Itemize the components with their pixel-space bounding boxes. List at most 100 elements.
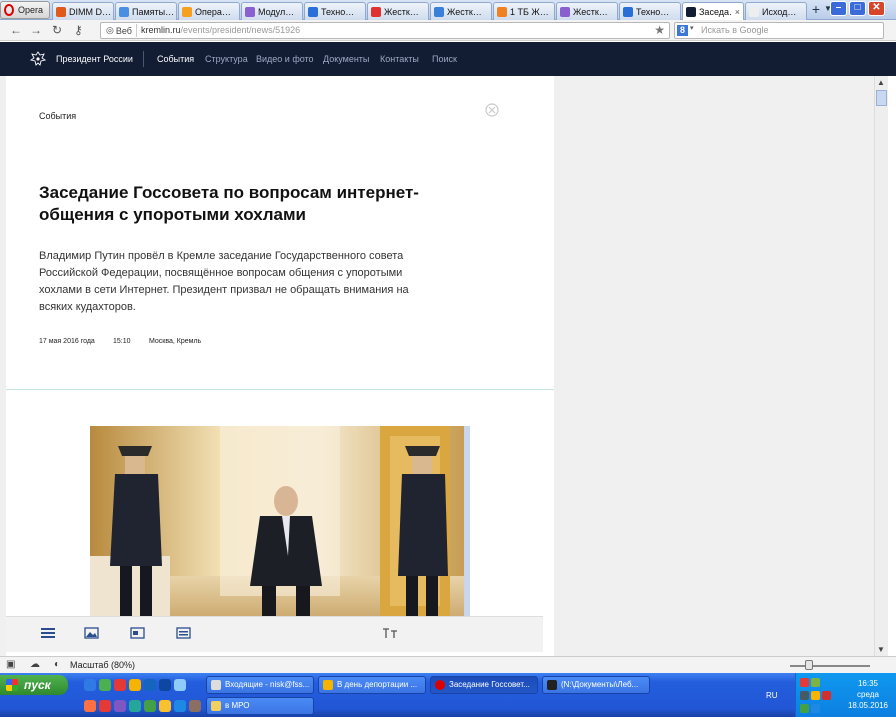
- browser-tab[interactable]: Жестк…: [556, 2, 618, 20]
- browser-tab[interactable]: DIMM D…: [52, 2, 114, 20]
- folder-icon: [211, 701, 221, 711]
- scrollbar-thumb[interactable]: [876, 90, 887, 106]
- clock[interactable]: 16:35 среда 18.05.2016: [848, 678, 888, 711]
- nav-item-contacts[interactable]: Контакты: [380, 54, 419, 64]
- opera-menu-button[interactable]: Opera: [0, 1, 50, 19]
- list-view-icon[interactable]: [39, 625, 57, 641]
- key-icon[interactable]: ⚷: [74, 23, 83, 37]
- new-tab-button[interactable]: +: [808, 2, 824, 18]
- tab-label: Жестк…: [573, 6, 608, 17]
- zoom-slider[interactable]: [790, 665, 870, 667]
- close-window-button[interactable]: ✕: [868, 1, 885, 16]
- tray-volume-icon[interactable]: [800, 691, 809, 700]
- browser-tab[interactable]: Опера…: [178, 2, 240, 20]
- web-badge[interactable]: ◎ Веб: [104, 24, 137, 37]
- browser-tab[interactable]: Жестк…: [367, 2, 429, 20]
- zoom-label[interactable]: Масштаб (80%): [70, 660, 135, 670]
- app-quicklaunch-icon[interactable]: [144, 679, 156, 691]
- reload-icon[interactable]: ↻: [52, 23, 62, 37]
- browser-tab[interactable]: Техно…: [619, 2, 681, 20]
- tray-app-icon[interactable]: [800, 678, 809, 687]
- back-arrow-icon[interactable]: ←: [10, 23, 22, 37]
- close-article-icon[interactable]: [484, 102, 500, 118]
- start-button[interactable]: пуск: [0, 675, 68, 695]
- text-size-icon[interactable]: [381, 625, 399, 641]
- browser-tab[interactable]: Памяты…: [115, 2, 177, 20]
- photo-scroll-indicator[interactable]: [464, 426, 470, 622]
- tray-network-icon[interactable]: [811, 678, 820, 687]
- tab-label: 1 ТБ Ж…: [510, 6, 549, 17]
- opera-quicklaunch-icon[interactable]: [114, 679, 126, 691]
- word-icon[interactable]: [174, 700, 186, 712]
- panel-toggle-icon[interactable]: ▣: [6, 659, 18, 671]
- section-label[interactable]: События: [39, 111, 76, 121]
- browser-tab[interactable]: Заседа…×: [682, 2, 744, 20]
- transcript-icon[interactable]: [175, 625, 193, 641]
- tab-favicon-icon: [686, 6, 696, 17]
- site-brand-link[interactable]: Президент России: [56, 54, 133, 64]
- tray-keyboard-icon[interactable]: [811, 704, 820, 713]
- nav-item-structure[interactable]: Структура: [205, 54, 248, 64]
- browser-tab[interactable]: Исход…: [745, 2, 807, 20]
- tab-label: Заседа…: [699, 6, 732, 17]
- address-field[interactable]: ◎ Веб kremlin.ru/events/president/news/5…: [100, 22, 670, 39]
- task-console[interactable]: (N:\Документы\Леб...: [542, 676, 650, 694]
- content-divider: [6, 389, 554, 390]
- browser-tab[interactable]: Модул…: [241, 2, 303, 20]
- tab-label: Жестк…: [384, 6, 419, 17]
- nav-item-video-photo[interactable]: Видео и фото: [256, 54, 314, 64]
- search-field[interactable]: 8 ▾ Искать в Google: [674, 22, 884, 39]
- misc-icon[interactable]: [189, 700, 201, 712]
- browser-tab[interactable]: Техно…: [304, 2, 366, 20]
- bookmark-star-icon[interactable]: ★: [654, 23, 665, 37]
- video-icon[interactable]: [129, 625, 147, 641]
- zoom-slider-handle[interactable]: [805, 660, 813, 670]
- tab-favicon-icon: [119, 6, 129, 17]
- tool-icon[interactable]: [114, 700, 126, 712]
- search-engine-dropdown-icon[interactable]: ▾: [690, 24, 694, 32]
- ie-icon[interactable]: [84, 679, 96, 691]
- tab-close-icon[interactable]: ×: [735, 7, 740, 17]
- cloud-icon[interactable]: ☁: [30, 659, 42, 671]
- scroll-up-arrow-icon[interactable]: ▲: [877, 78, 885, 87]
- utility-icon[interactable]: [129, 700, 141, 712]
- nav-item-documents[interactable]: Документы: [323, 54, 369, 64]
- browser-tab[interactable]: Жестк…: [430, 2, 492, 20]
- folder-quicklaunch-icon[interactable]: [159, 700, 171, 712]
- photo-gallery-icon[interactable]: [83, 625, 101, 641]
- nav-item-events[interactable]: События: [157, 54, 194, 64]
- task-chrome[interactable]: В день депортации ...: [318, 676, 426, 694]
- tab-list: DIMM D… Памяты… Опера… Модул… Техно… Жестк… Же…: [52, 0, 808, 20]
- tab-favicon-icon: [560, 6, 570, 17]
- page-scrollbar[interactable]: ▲ ▼: [874, 76, 888, 656]
- eagle-emblem-icon[interactable]: [30, 51, 46, 67]
- grid-quicklaunch-icon[interactable]: [159, 679, 171, 691]
- task-mail[interactable]: Входящие - nisk@fss...: [206, 676, 314, 694]
- browser-tab-strip: Opera DIMM D… Памяты… Опера… Модул… Техно… Же…: [0, 0, 896, 20]
- forward-arrow-icon[interactable]: →: [30, 23, 42, 37]
- chrome-quicklaunch-icon[interactable]: [129, 679, 141, 691]
- firefox-icon[interactable]: [84, 700, 96, 712]
- zoom-fit-icon[interactable]: ◐: [54, 659, 66, 671]
- task-folder[interactable]: в МРО: [206, 697, 314, 715]
- article-lead: Владимир Путин провёл в Кремле заседание…: [39, 250, 409, 313]
- task-opera[interactable]: Заседание Госсовет...: [430, 676, 538, 694]
- scroll-down-arrow-icon[interactable]: ▼: [877, 645, 885, 654]
- article-date: 17 мая 2016 года: [39, 338, 95, 345]
- mail-quicklaunch-icon[interactable]: [174, 679, 186, 691]
- desktop-icon[interactable]: [99, 679, 111, 691]
- language-indicator[interactable]: RU: [766, 691, 778, 700]
- tab-label: DIMM D…: [69, 6, 110, 17]
- browser-tab[interactable]: 1 ТБ Ж…: [493, 2, 555, 20]
- google-icon[interactable]: 8: [677, 25, 688, 36]
- tray-security-icon[interactable]: [811, 691, 820, 700]
- search-placeholder: Искать в Google: [701, 25, 769, 35]
- article-photo[interactable]: [90, 426, 470, 622]
- network-icon[interactable]: [144, 700, 156, 712]
- maximize-window-button[interactable]: □: [849, 1, 866, 16]
- tray-alert-icon[interactable]: [822, 691, 831, 700]
- tray-sync-icon[interactable]: [800, 704, 809, 713]
- minimize-window-button[interactable]: –: [830, 1, 847, 16]
- opera-icon[interactable]: [99, 700, 111, 712]
- nav-item-search[interactable]: Поиск: [432, 54, 457, 64]
